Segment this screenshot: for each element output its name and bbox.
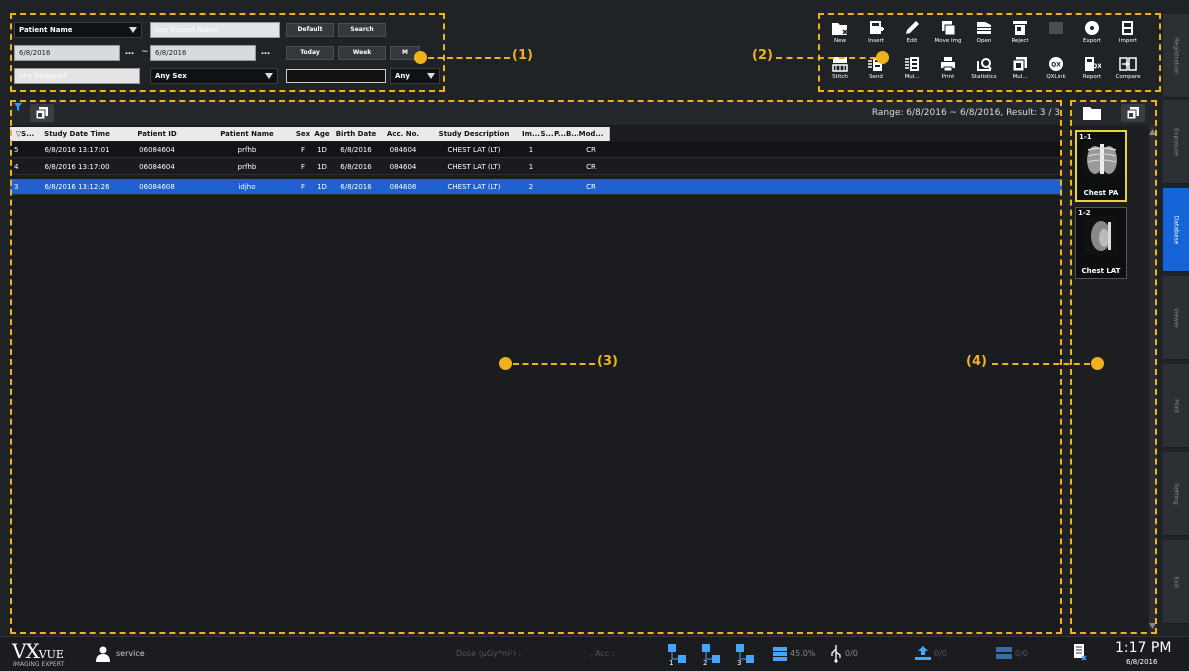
- annotation-label-4: (4): [966, 354, 987, 369]
- side-navigation: Registration Exposure Database Viewer Pr…: [1163, 0, 1189, 630]
- logo-vue: VUE: [38, 648, 64, 661]
- annotation-box-1: [10, 13, 445, 92]
- tab-registration[interactable]: Registration: [1163, 14, 1189, 98]
- user-icon: [96, 646, 110, 662]
- storage-icon: [773, 647, 787, 661]
- queue-count: 0/0: [1015, 649, 1028, 658]
- tab-label: Exposure: [1172, 127, 1180, 156]
- vxvue-database-screen: Patient Name Any Patient Name Default Se…: [0, 0, 1189, 671]
- annotation-leader-1: [428, 57, 510, 59]
- annotation-label-3: (3): [597, 354, 618, 369]
- clock-date: 6/8/2016: [1126, 658, 1158, 666]
- acc-readout: , Acc :: [590, 649, 615, 658]
- log-icon[interactable]: [1074, 644, 1088, 662]
- tab-exposure[interactable]: Exposure: [1163, 100, 1189, 184]
- tab-print[interactable]: Print: [1163, 364, 1189, 448]
- detector-2-number: 2: [703, 659, 708, 667]
- annotation-dot-1: [414, 51, 427, 64]
- tab-viewer[interactable]: Viewer: [1163, 276, 1189, 360]
- tab-label: Print: [1172, 398, 1180, 413]
- usb-icon: [831, 645, 841, 663]
- detector-1-number: 1: [669, 659, 674, 667]
- annotation-leader-4: [992, 363, 1090, 365]
- user-name: service: [116, 649, 145, 658]
- tab-exit[interactable]: Exit: [1163, 540, 1189, 624]
- upload-icon: [915, 646, 931, 660]
- dose-readout: Dose (μGy*m²) :: [456, 649, 522, 658]
- storage-usage: 45.0%: [790, 649, 816, 658]
- annotation-label-2: (2): [752, 48, 773, 63]
- usb-count: 0/0: [845, 649, 858, 658]
- logo-vx: VX: [12, 639, 40, 663]
- upload-count: 0/0: [934, 649, 947, 658]
- tab-label: Exit: [1172, 575, 1180, 588]
- annotation-box-4: [1070, 100, 1157, 634]
- tab-label: Database: [1172, 215, 1180, 244]
- tab-label: Setting: [1172, 482, 1180, 505]
- annotation-label-1: (1): [512, 48, 533, 63]
- detector-3-number: 3: [737, 659, 742, 667]
- annotation-leader-2: [776, 57, 876, 59]
- annotation-leader-3: [513, 363, 595, 365]
- logo-subtitle: IMAGING EXPERT: [13, 661, 65, 668]
- annotation-dot-4: [1091, 357, 1104, 370]
- queue-icon: [996, 647, 1012, 659]
- annotation-box-2: [818, 13, 1161, 92]
- annotation-dot-2: [876, 51, 889, 64]
- tab-setting[interactable]: Setting: [1163, 452, 1189, 536]
- tab-database[interactable]: Database: [1163, 188, 1189, 272]
- tab-label: Viewer: [1172, 307, 1180, 328]
- tab-label: Registration: [1172, 37, 1180, 74]
- status-bar: VXVUE IMAGING EXPERT service Dose (μGy*m…: [0, 636, 1189, 671]
- annotation-box-3: [10, 100, 1062, 634]
- clock-time: 1:17 PM: [1115, 640, 1172, 656]
- vxvue-logo: VXVUE: [12, 639, 64, 663]
- annotation-dot-3: [499, 357, 512, 370]
